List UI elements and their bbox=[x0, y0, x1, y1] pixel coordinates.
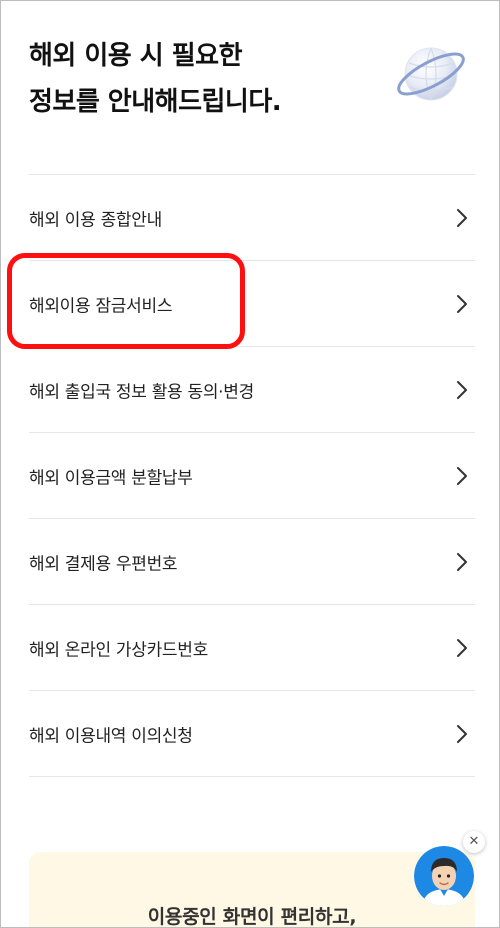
menu-item-overseas-lock-service[interactable]: 해외이용 잠금서비스 bbox=[29, 260, 475, 346]
menu-item-label: 해외 이용금액 분할납부 bbox=[29, 468, 193, 488]
menu-item-label: 해외 결제용 우편번호 bbox=[29, 554, 178, 574]
close-floating-button[interactable]: ✕ bbox=[463, 831, 485, 853]
chevron-right-icon bbox=[457, 724, 467, 743]
menu-item-payment-zip-code[interactable]: 해외 결제용 우편번호 bbox=[29, 518, 475, 604]
chevron-right-icon bbox=[457, 294, 467, 313]
page-title: 해외 이용 시 필요한 정보를 안내해드립니다. bbox=[29, 33, 389, 125]
promo-banner[interactable]: 이용중인 화면이 편리하고, bbox=[29, 852, 475, 928]
close-icon: ✕ bbox=[468, 834, 480, 849]
avatar-icon bbox=[414, 846, 474, 906]
menu-item-label: 해외 온라인 가상카드번호 bbox=[29, 640, 208, 660]
menu-item-dispute-request[interactable]: 해외 이용내역 이의신청 bbox=[29, 690, 475, 777]
menu-item-immigration-info-consent[interactable]: 해외 출입국 정보 활용 동의·변경 bbox=[29, 346, 475, 432]
chevron-right-icon bbox=[457, 380, 467, 399]
chevron-right-icon bbox=[457, 638, 467, 657]
chat-assistant-button[interactable] bbox=[414, 846, 474, 906]
page-title-line-1: 해외 이용 시 필요한 bbox=[29, 41, 243, 71]
chevron-right-icon bbox=[457, 208, 467, 227]
menu-item-label: 해외 이용내역 이의신청 bbox=[29, 726, 193, 746]
promo-banner-text: 이용중인 화면이 편리하고, bbox=[147, 906, 357, 928]
menu-item-virtual-card-number[interactable]: 해외 온라인 가상카드번호 bbox=[29, 604, 475, 690]
menu-item-label: 해외 출입국 정보 활용 동의·변경 bbox=[29, 382, 254, 402]
globe-icon bbox=[397, 47, 465, 101]
chevron-right-icon bbox=[457, 552, 467, 571]
app-screen: 해외 이용 시 필요한 정보를 안내해드립니다. 해외 이용 종합안내 해외이용… bbox=[0, 0, 500, 928]
menu-item-overseas-guide[interactable]: 해외 이용 종합안내 bbox=[29, 174, 475, 260]
menu-item-installment-payment[interactable]: 해외 이용금액 분할납부 bbox=[29, 432, 475, 518]
menu-item-label: 해외 이용 종합안내 bbox=[29, 210, 162, 230]
chevron-right-icon bbox=[457, 466, 467, 485]
page-title-line-2: 정보를 안내해드립니다. bbox=[29, 87, 282, 117]
overseas-menu-list: 해외 이용 종합안내 해외이용 잠금서비스 해외 출입국 정보 활용 동의·변경… bbox=[29, 174, 475, 777]
menu-item-label: 해외이용 잠금서비스 bbox=[29, 296, 173, 316]
